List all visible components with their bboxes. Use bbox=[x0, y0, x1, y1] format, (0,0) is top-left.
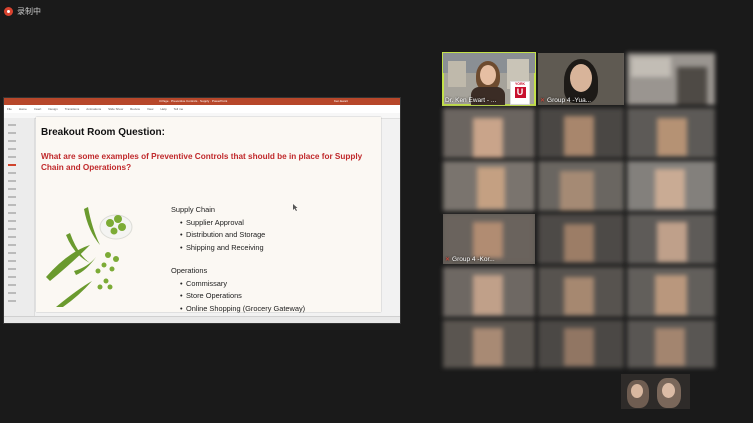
section-supply-chain: Supply Chain bbox=[171, 205, 215, 214]
ppt-title: 3.Page · Preventive Controls · Supply · … bbox=[159, 99, 228, 103]
ribbon-tab[interactable]: Animations bbox=[86, 107, 101, 111]
video-tile[interactable] bbox=[627, 161, 715, 211]
recording-label: 录制中 bbox=[17, 6, 41, 16]
list-item: Shipping and Receiving bbox=[180, 242, 265, 255]
list-item: Commissary bbox=[180, 278, 305, 291]
recording-indicator[interactable]: 录制中 bbox=[4, 4, 41, 18]
video-tile[interactable] bbox=[443, 161, 535, 211]
list-item: Store Operations bbox=[180, 290, 305, 303]
ribbon-tab[interactable]: Review bbox=[130, 107, 140, 111]
ribbon-tab[interactable]: File bbox=[7, 107, 12, 111]
video-tile[interactable] bbox=[538, 320, 624, 368]
slide-canvas: Breakout Room Question: What are some ex… bbox=[36, 117, 381, 316]
video-tile[interactable] bbox=[538, 161, 624, 211]
video-tile[interactable] bbox=[443, 320, 535, 368]
muted-mic-icon: ✕ bbox=[540, 98, 546, 104]
ribbon-tab[interactable]: Insert bbox=[34, 107, 42, 111]
self-view-video[interactable] bbox=[621, 374, 690, 409]
video-tile[interactable] bbox=[443, 108, 535, 158]
video-tile[interactable] bbox=[627, 53, 715, 105]
slide-question: What are some examples of Preventive Con… bbox=[41, 152, 363, 173]
muted-mic-icon: ✕ bbox=[445, 257, 451, 263]
video-tile-group4-yua[interactable]: ✕ Group 4 -Yua... bbox=[538, 53, 624, 105]
list-item: Online Shopping (Grocery Gateway) bbox=[180, 303, 305, 316]
video-tile-host[interactable]: YORK U Dr. Ken Ewart - ... bbox=[442, 52, 536, 106]
record-icon bbox=[4, 6, 13, 16]
section-operations: Operations bbox=[171, 266, 208, 275]
york-logo-text: YORK bbox=[514, 82, 526, 86]
video-tile[interactable] bbox=[538, 267, 624, 317]
mouse-cursor-icon bbox=[293, 204, 298, 211]
ribbon-tab[interactable]: Help bbox=[160, 107, 166, 111]
slide-thumbnail-pane[interactable] bbox=[4, 118, 35, 317]
video-tile[interactable] bbox=[538, 214, 624, 264]
video-tile[interactable] bbox=[627, 214, 715, 264]
york-logo: YORK U bbox=[510, 81, 530, 105]
ribbon-tab[interactable]: Transitions bbox=[65, 107, 80, 111]
slide-title: Breakout Room Question: bbox=[41, 127, 165, 138]
video-tile[interactable] bbox=[627, 320, 715, 368]
ppt-statusbar bbox=[4, 316, 400, 323]
video-tile[interactable] bbox=[538, 108, 624, 158]
operations-list: Commissary Store Operations Online Shopp… bbox=[180, 278, 305, 316]
okra-illustration bbox=[46, 207, 133, 307]
video-tile[interactable] bbox=[443, 267, 535, 317]
ribbon-tab[interactable]: Design bbox=[48, 107, 57, 111]
participant-name: Dr. Ken Ewart - ... bbox=[445, 97, 497, 104]
list-item: Distribution and Storage bbox=[180, 229, 265, 242]
ribbon-tab[interactable]: View bbox=[147, 107, 153, 111]
list-item: Supplier Approval bbox=[180, 217, 265, 230]
shared-screen: 3.Page · Preventive Controls · Supply · … bbox=[3, 97, 401, 324]
ppt-titlebar: 3.Page · Preventive Controls · Supply · … bbox=[4, 98, 400, 105]
video-tile[interactable] bbox=[627, 108, 715, 158]
participant-name: ✕ Group 4 -Yua... bbox=[540, 97, 592, 104]
ribbon-tab[interactable]: Slide Show bbox=[108, 107, 123, 111]
ppt-user: Ken Ewart bbox=[334, 99, 348, 103]
ribbon-tab[interactable]: Tell me bbox=[174, 107, 184, 111]
video-tile[interactable] bbox=[627, 267, 715, 317]
video-tile-group4-kor[interactable]: ✕ Group 4 -Kor... bbox=[443, 214, 535, 264]
supply-chain-list: Supplier Approval Distribution and Stora… bbox=[180, 217, 265, 255]
participant-name: ✕ Group 4 -Kor... bbox=[445, 256, 495, 263]
ribbon-tab[interactable]: Home bbox=[19, 107, 27, 111]
